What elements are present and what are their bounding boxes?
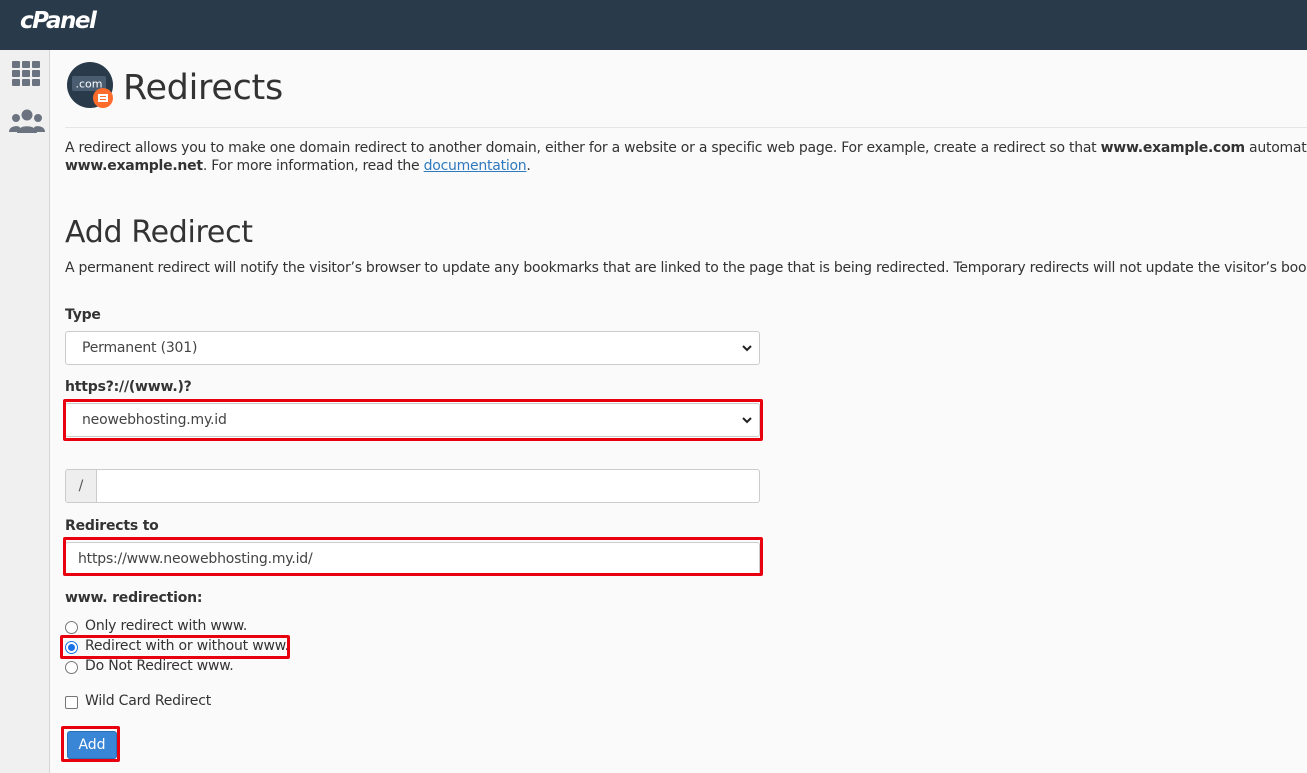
section-title: Add Redirect (65, 215, 253, 250)
section-description: A permanent redirect will notify the vis… (65, 260, 1307, 276)
redirect-url-input[interactable]: https://www.neowebhosting.my.id/ (65, 542, 760, 576)
users-icon[interactable] (9, 107, 45, 137)
www-redirection-label: www. redirection: (65, 590, 203, 606)
cpanel-logo[interactable]: cPanel (20, 8, 97, 34)
radio-button[interactable] (65, 661, 78, 674)
radio-label: Do Not Redirect www. (85, 658, 234, 674)
com-text: .com (76, 78, 103, 91)
type-select-value: Permanent (301) (82, 340, 198, 356)
redirects-domain-icon: .com (67, 62, 113, 108)
redirects-to-label: Redirects to (65, 518, 159, 534)
path-input[interactable] (96, 469, 760, 503)
add-button[interactable]: Add (67, 731, 117, 759)
radio-label: Redirect with or without www. (85, 638, 289, 654)
domain-select-value: neowebhosting.my.id (82, 412, 227, 428)
intro-text: A redirect allows you to make one domain… (65, 140, 1307, 174)
chevron-down-icon (742, 417, 752, 424)
radio-button[interactable] (65, 621, 78, 634)
path-prefix: / (65, 469, 97, 503)
path-input-group: / (65, 469, 760, 503)
type-label: Type (65, 307, 101, 323)
example-domain-com: www.example.com (1100, 140, 1245, 156)
example-domain-net: www.example.net (65, 158, 203, 174)
wildcard-checkbox[interactable] (65, 696, 78, 709)
type-select[interactable]: Permanent (301) (65, 331, 760, 365)
domain-select[interactable]: neowebhosting.my.id (65, 403, 760, 437)
main-content: .com Redirects A redirect allows you to … (51, 50, 1307, 773)
chevron-down-icon (742, 345, 752, 352)
radio-label: Only redirect with www. (85, 618, 248, 634)
page-title: Redirects (123, 68, 283, 108)
top-bar: cPanel (0, 0, 1307, 50)
documentation-link[interactable]: documentation (424, 158, 527, 174)
sidebar (0, 50, 50, 773)
domain-label: https?://(www.)? (65, 379, 192, 395)
grid-icon[interactable] (10, 59, 42, 89)
wildcard-label: Wild Card Redirect (85, 693, 211, 709)
title-divider (65, 127, 1307, 128)
radio-button-selected[interactable] (65, 641, 78, 654)
